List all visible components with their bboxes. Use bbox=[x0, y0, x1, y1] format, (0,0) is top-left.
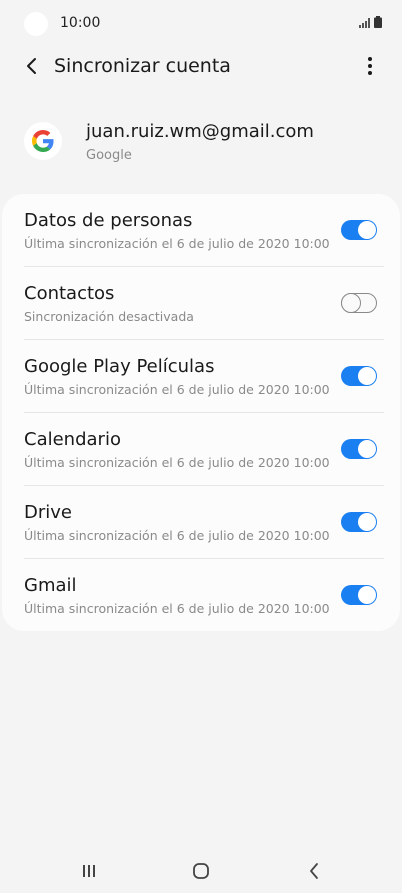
google-g-icon bbox=[32, 130, 54, 152]
sync-item-title: Calendario bbox=[24, 429, 121, 450]
back-button[interactable] bbox=[18, 52, 46, 80]
page-title: Sincronizar cuenta bbox=[54, 55, 231, 77]
recent-apps-icon bbox=[83, 865, 95, 877]
sync-item-subtitle: Última sincronización el 6 de julio de 2… bbox=[24, 382, 330, 397]
app-header: Sincronizar cuenta bbox=[0, 46, 402, 88]
sync-item-contactos[interactable]: Contactos Sincronización desactivada bbox=[2, 267, 400, 340]
account-type: Google bbox=[86, 148, 132, 163]
nav-back-button[interactable] bbox=[300, 860, 328, 882]
sync-item-subtitle: Última sincronización el 6 de julio de 2… bbox=[24, 528, 330, 543]
sync-item-title: Contactos bbox=[24, 283, 115, 304]
sync-item-subtitle: Última sincronización el 6 de julio de 2… bbox=[24, 601, 330, 616]
sync-item-title: Datos de personas bbox=[24, 210, 193, 231]
sync-item-gmail[interactable]: Gmail Última sincronización el 6 de juli… bbox=[2, 559, 400, 632]
toggle-knob bbox=[358, 221, 376, 239]
account-email: juan.ruiz.wm@gmail.com bbox=[86, 121, 314, 142]
sync-item-calendario[interactable]: Calendario Última sincronización el 6 de… bbox=[2, 413, 400, 486]
notification-dot bbox=[24, 12, 48, 36]
sync-item-datos-de-personas[interactable]: Datos de personas Última sincronización … bbox=[2, 194, 400, 267]
system-nav-bar bbox=[0, 848, 402, 893]
sync-toggle[interactable] bbox=[341, 220, 377, 240]
toggle-knob bbox=[358, 586, 376, 604]
google-logo bbox=[24, 122, 62, 160]
sync-item-title: Google Play Películas bbox=[24, 356, 215, 377]
sync-toggle[interactable] bbox=[340, 292, 377, 313]
home-icon bbox=[193, 863, 209, 879]
sync-list: Datos de personas Última sincronización … bbox=[2, 194, 400, 631]
chevron-left-icon bbox=[27, 58, 36, 74]
sync-item-drive[interactable]: Drive Última sincronización el 6 de juli… bbox=[2, 486, 400, 559]
home-button[interactable] bbox=[187, 860, 215, 882]
back-icon bbox=[310, 863, 318, 879]
sync-item-subtitle: Sincronización desactivada bbox=[24, 309, 194, 324]
sync-toggle[interactable] bbox=[341, 439, 377, 459]
sync-toggle[interactable] bbox=[341, 585, 377, 605]
status-icons bbox=[359, 16, 382, 28]
account-info: juan.ruiz.wm@gmail.com Google bbox=[0, 118, 402, 170]
sync-toggle[interactable] bbox=[341, 512, 377, 532]
sync-toggle[interactable] bbox=[341, 366, 377, 386]
battery-icon bbox=[374, 16, 382, 28]
toggle-knob bbox=[358, 440, 376, 458]
sync-item-title: Drive bbox=[24, 502, 72, 523]
recent-apps-button[interactable] bbox=[75, 860, 103, 882]
sync-item-subtitle: Última sincronización el 6 de julio de 2… bbox=[24, 455, 330, 470]
toggle-knob bbox=[358, 513, 376, 531]
status-time: 10:00 bbox=[60, 15, 101, 31]
more-vertical-icon bbox=[368, 57, 372, 75]
status-bar: 10:00 bbox=[0, 0, 402, 46]
more-options-button[interactable] bbox=[356, 52, 384, 80]
toggle-knob bbox=[358, 367, 376, 385]
toggle-knob bbox=[340, 292, 361, 313]
sync-item-subtitle: Última sincronización el 6 de julio de 2… bbox=[24, 236, 330, 251]
sync-item-title: Gmail bbox=[24, 575, 77, 596]
signal-icon bbox=[359, 18, 370, 28]
sync-item-google-play-peliculas[interactable]: Google Play Películas Última sincronizac… bbox=[2, 340, 400, 413]
